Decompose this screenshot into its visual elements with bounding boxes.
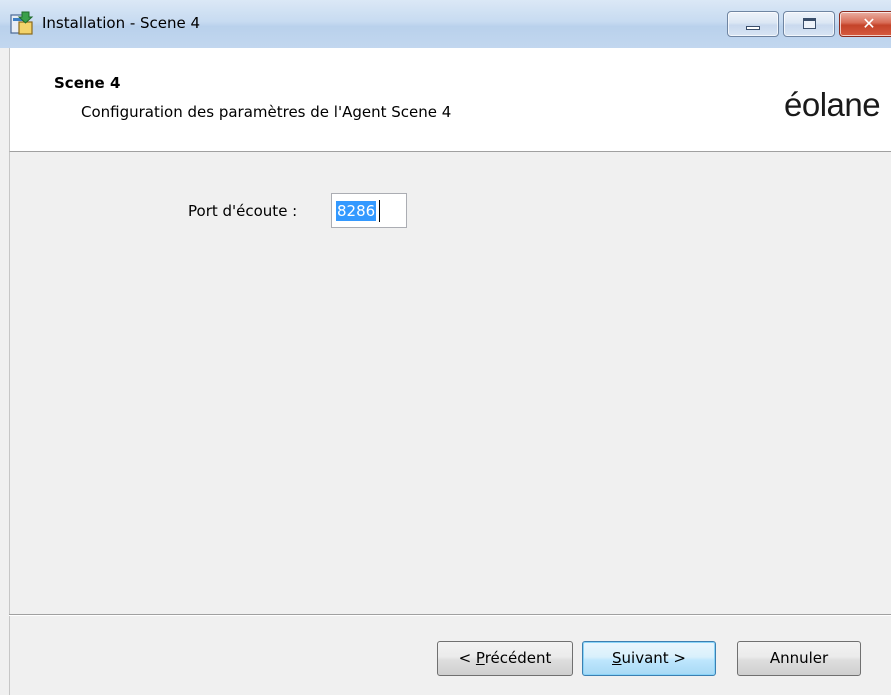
- port-input[interactable]: 8286: [331, 193, 407, 228]
- minimize-icon: [746, 26, 760, 30]
- close-button[interactable]: ✕: [839, 11, 891, 37]
- installer-icon: [10, 10, 34, 36]
- next-button[interactable]: Suivant >: [582, 641, 716, 676]
- previous-button-label: récédent: [484, 649, 552, 667]
- previous-button-prefix: <: [458, 649, 476, 667]
- page-subtitle: Configuration des paramètres de l'Agent …: [81, 103, 452, 121]
- page-title: Scene 4: [54, 74, 121, 92]
- content-area: Port d'écoute : 8286: [9, 152, 891, 614]
- maximize-icon: [803, 18, 816, 29]
- port-label: Port d'écoute :: [188, 202, 298, 220]
- previous-button-accel: P: [475, 649, 485, 667]
- next-button-label: uivant >: [621, 649, 686, 667]
- next-button-accel: S: [612, 649, 622, 667]
- port-value: 8286: [336, 201, 377, 221]
- title-bar[interactable]: Installation - Scene 4 ✕: [0, 0, 891, 48]
- installer-window: Installation - Scene 4 ✕ Scene 4 Configu…: [0, 0, 891, 695]
- previous-button[interactable]: < Précédent: [437, 641, 573, 676]
- footer: < Précédent Suivant > Annuler: [9, 616, 891, 695]
- maximize-button[interactable]: [783, 11, 835, 37]
- cancel-button[interactable]: Annuler: [737, 641, 861, 676]
- minimize-button[interactable]: [727, 11, 779, 37]
- window-title: Installation - Scene 4: [42, 14, 201, 32]
- close-icon: ✕: [862, 14, 876, 33]
- text-caret: [379, 200, 380, 222]
- header-banner: Scene 4 Configuration des paramètres de …: [9, 48, 891, 152]
- brand-logo: éolane: [784, 86, 881, 123]
